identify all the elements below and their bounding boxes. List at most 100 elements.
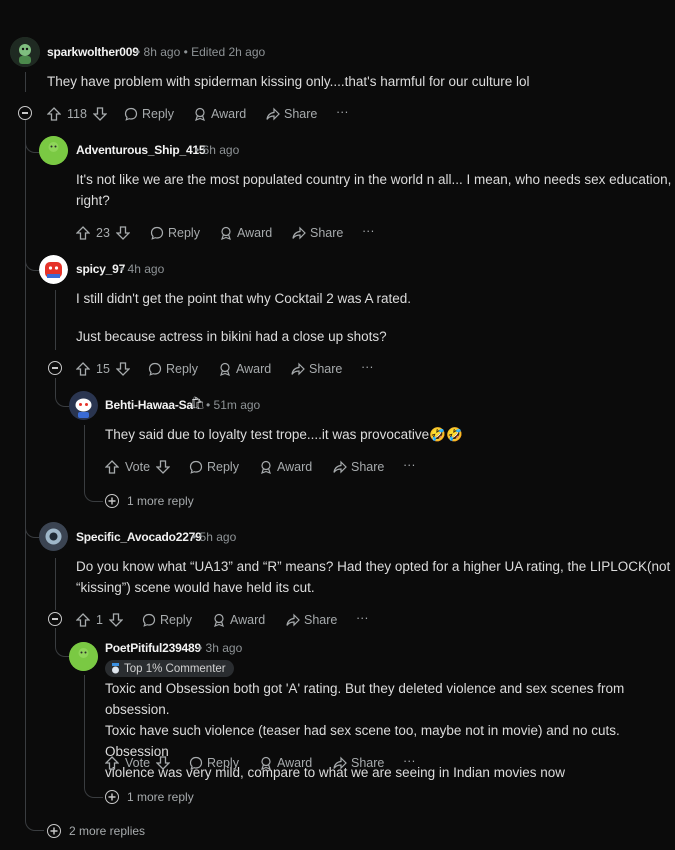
comment-icon (148, 362, 162, 376)
award-icon (261, 460, 271, 474)
more-options-button[interactable]: ··· (362, 221, 375, 241)
share-label: Share (309, 362, 343, 376)
flair-icon: 🛍 (190, 396, 206, 410)
username[interactable]: Adventurous_Ship_415 (76, 143, 206, 157)
share-button[interactable]: Share (333, 457, 384, 477)
award-label: Award (236, 362, 272, 376)
more-options-label: ··· (403, 458, 416, 472)
username[interactable]: Behti-Hawaa-Sa (105, 398, 193, 412)
reply-button[interactable]: Reply (189, 753, 239, 773)
award-label: Award (230, 613, 266, 627)
reply-label: Reply (160, 613, 192, 627)
comment-line: Just because actress in bikini had a clo… (76, 329, 387, 344)
more-options-button[interactable]: ··· (403, 455, 416, 475)
comment-line: They said due to loyalty test trope....i… (105, 427, 463, 442)
award-button[interactable]: Award (259, 457, 312, 477)
share-icon (333, 460, 347, 474)
award-button[interactable]: Award (219, 223, 272, 243)
comment-body: It's not like we are the most populated … (76, 169, 671, 211)
award-button[interactable]: Award (212, 610, 265, 630)
downvote-icon (115, 226, 130, 240)
reply-button[interactable]: Reply (124, 104, 174, 124)
upvote-icon (105, 756, 119, 770)
reply-label: Reply (207, 460, 239, 474)
thread-branch (55, 378, 70, 407)
award-icon (221, 226, 231, 240)
upvote-button[interactable]: Vote (105, 457, 171, 477)
more-options-button[interactable]: ··· (361, 357, 374, 377)
comment-body: They have problem with spiderman kissing… (47, 71, 530, 92)
share-label: Share (310, 226, 344, 240)
more-reply-link[interactable]: 1 more reply (105, 790, 194, 804)
more-options-label: ··· (356, 611, 369, 625)
share-icon (292, 226, 306, 240)
upvote-button[interactable]: Vote (105, 753, 171, 773)
upvote-icon (105, 460, 119, 474)
award-button[interactable]: Award (218, 359, 271, 379)
avatar[interactable] (39, 136, 68, 165)
comment-line: They have problem with spiderman kissing… (47, 74, 530, 89)
share-button[interactable]: Share (333, 753, 384, 773)
reply-button[interactable]: Reply (189, 457, 239, 477)
more-reply-link[interactable]: 1 more reply (105, 494, 194, 508)
share-button[interactable]: Share (291, 359, 342, 379)
share-button[interactable]: Share (266, 104, 317, 124)
upvote-button[interactable]: 118 (47, 104, 107, 124)
upvote-button[interactable]: 1 (76, 610, 123, 630)
award-button[interactable]: Award (259, 753, 312, 773)
award-button[interactable]: Award (193, 104, 246, 124)
reply-label: Reply (207, 756, 239, 770)
award-icon (214, 613, 224, 627)
share-label: Share (351, 756, 385, 770)
downvote-icon (115, 362, 130, 376)
thread-line-spicy (55, 290, 56, 350)
username[interactable]: PoetPitiful239489 (105, 641, 201, 655)
comment-line: right? (76, 193, 110, 208)
username[interactable]: Specific_Avocado2279 (76, 530, 202, 544)
comment-line: I still didn't get the point that why Co… (76, 291, 412, 306)
avatar[interactable] (39, 522, 68, 551)
comment-body: They said due to loyalty test trope....i… (105, 424, 463, 445)
username[interactable]: sparkwolther009 (47, 45, 139, 59)
expand-icon (105, 790, 119, 804)
more-replies-link[interactable]: 2 more replies (47, 824, 145, 838)
reply-button[interactable]: Reply (142, 610, 192, 630)
avatar[interactable] (69, 642, 98, 671)
avatar[interactable] (10, 37, 40, 67)
vote-count: 118 (67, 107, 87, 121)
collapse-thread-button[interactable] (48, 361, 62, 375)
upvote-icon (76, 362, 90, 376)
comment-line: Toxic and Obsession both got 'A' rating.… (105, 681, 625, 717)
avatar[interactable] (69, 391, 98, 420)
collapse-thread-button[interactable] (48, 612, 62, 626)
reply-button[interactable]: Reply (150, 223, 200, 243)
comment-icon (124, 107, 138, 121)
upvote-icon (76, 226, 90, 240)
upvote-button[interactable]: 23 (76, 223, 130, 243)
upvote-button[interactable]: 15 (76, 359, 130, 379)
comment-line: “kissing”) scene would have held its cut… (76, 580, 315, 595)
more-options-button[interactable]: ··· (356, 608, 369, 628)
thread-branch (55, 628, 70, 657)
comment-meta: • 51m ago (206, 398, 261, 412)
avatar[interactable] (39, 255, 68, 284)
more-options-button[interactable]: ··· (403, 751, 416, 771)
more-options-label: ··· (403, 754, 416, 768)
more-reply-label: 1 more reply (127, 494, 194, 508)
vote-count: 15 (96, 362, 110, 376)
share-button[interactable]: Share (292, 223, 343, 243)
username[interactable]: spicy_97 (76, 262, 125, 276)
thread-branch (25, 500, 40, 538)
more-reply-label: 1 more reply (127, 790, 194, 804)
award-label: Award (237, 226, 273, 240)
reply-button[interactable]: Reply (148, 359, 198, 379)
more-options-button[interactable]: ··· (336, 102, 349, 122)
vote-count: Vote (125, 756, 151, 770)
more-options-label: ··· (336, 105, 349, 119)
thread-branch (84, 775, 103, 798)
thread-line-poet (84, 675, 85, 780)
comment-body: I still didn't get the point that why Co… (76, 288, 411, 347)
collapse-thread-button[interactable] (18, 106, 32, 120)
award-icon (195, 107, 205, 121)
share-button[interactable]: Share (286, 610, 337, 630)
